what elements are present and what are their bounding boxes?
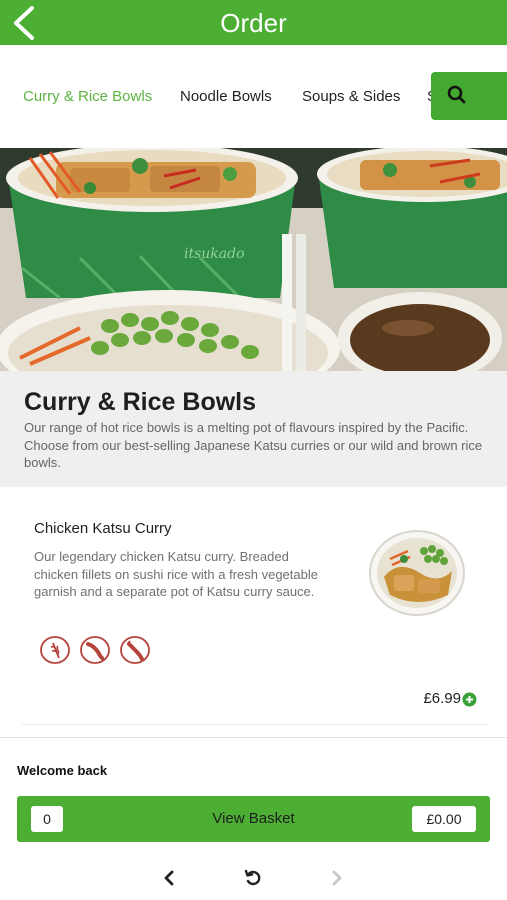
item-price: £6.99 — [423, 690, 461, 707]
plus-circle-icon — [462, 692, 477, 707]
basket-total-badge: £0.00 — [412, 806, 476, 832]
category-tabs: Curry & Rice Bowls Noodle Bowls Soups & … — [0, 45, 507, 148]
welcome-message: Welcome back — [17, 763, 108, 778]
category-hero-image: itsukado — [0, 148, 507, 371]
item-thumbnail — [368, 529, 466, 617]
basket-count-badge: 0 — [31, 806, 63, 832]
tab-noodle-bowls[interactable]: Noodle Bowls — [180, 88, 272, 105]
nav-back-button[interactable] — [155, 864, 183, 892]
category-title: Curry & Rice Bowls — [24, 388, 257, 416]
nav-reload-button[interactable] — [239, 864, 267, 892]
add-to-basket-button[interactable] — [462, 692, 477, 707]
reload-icon — [244, 869, 261, 886]
tab-soups-sides[interactable]: Soups & Sides — [302, 88, 400, 105]
chilli-icon — [120, 636, 150, 664]
view-basket-button[interactable]: View Basket 0 £0.00 — [17, 796, 490, 842]
basket-footer: Welcome back View Basket 0 £0.00 — [0, 737, 507, 900]
item-description: Our legendary chicken Katsu curry. Bread… — [34, 549, 318, 599]
crustacean-icon — [80, 636, 110, 664]
nav-forward-button[interactable] — [323, 864, 351, 892]
page-title: Order — [220, 8, 287, 38]
item-divider — [22, 724, 488, 725]
category-info: Curry & Rice Bowls Our range of hot rice… — [0, 371, 507, 487]
chevron-right-icon — [332, 870, 342, 886]
hero-brand-text: itsukado — [184, 246, 245, 262]
category-description: Our range of hot rice bowls is a melting… — [24, 420, 483, 470]
search-button[interactable] — [431, 72, 507, 120]
wheat-icon — [40, 636, 70, 664]
search-icon — [447, 85, 466, 104]
tab-curry-rice-bowls[interactable]: Curry & Rice Bowls — [23, 88, 152, 105]
item-name: Chicken Katsu Curry — [34, 520, 172, 537]
chevron-left-icon — [164, 870, 174, 886]
browser-nav-bar — [0, 856, 507, 900]
menu-item-card[interactable]: Chicken Katsu Curry Our legendary chicke… — [0, 487, 507, 737]
app-header: Order — [0, 0, 507, 45]
